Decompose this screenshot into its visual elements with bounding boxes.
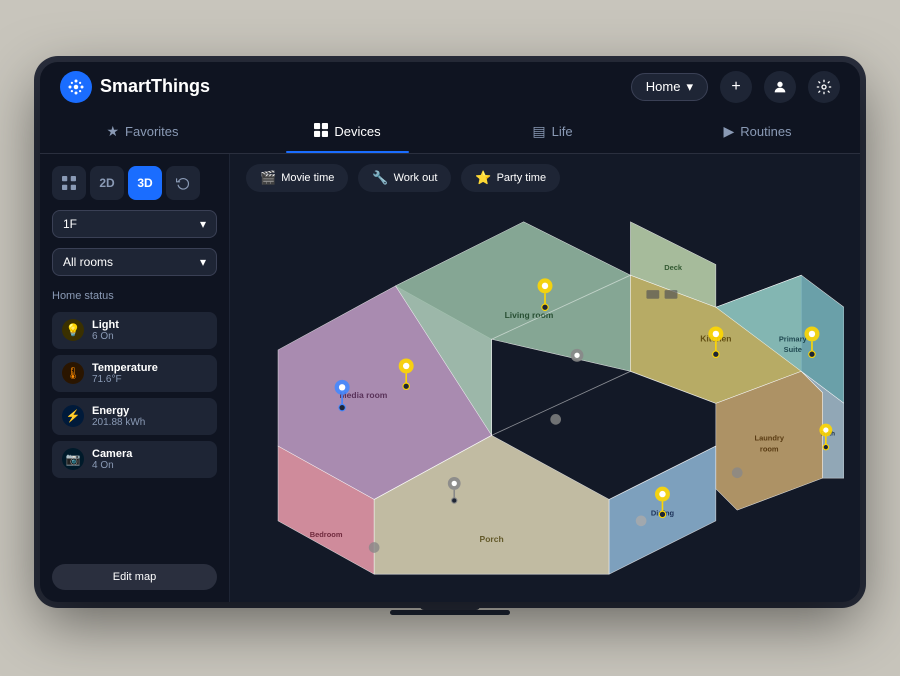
- svg-text:Suite: Suite: [784, 345, 802, 354]
- movie-icon: 🎬: [260, 170, 276, 186]
- temperature-text: Temperature 71.6°F: [92, 362, 207, 385]
- pin-laundry-device[interactable]: [732, 467, 743, 478]
- settings-button[interactable]: [808, 71, 840, 103]
- logo-area: SmartThings: [60, 71, 631, 103]
- tab-life[interactable]: ▤ Life: [450, 112, 655, 153]
- status-light[interactable]: 💡 Light 6 On: [52, 312, 217, 349]
- svg-text:room: room: [760, 444, 779, 453]
- camera-icon: 📷: [62, 448, 84, 470]
- favorites-icon: ★: [106, 123, 119, 140]
- view-history-button[interactable]: [166, 166, 200, 200]
- scene-party[interactable]: ⭐ Party time: [461, 164, 560, 192]
- status-camera[interactable]: 📷 Camera 4 On: [52, 441, 217, 478]
- pin-living-sensor[interactable]: [571, 348, 584, 361]
- svg-text:Deck: Deck: [664, 262, 683, 271]
- tv-frame: SmartThings Home ▾ +: [40, 62, 860, 602]
- svg-text:Primary: Primary: [779, 334, 808, 343]
- home-status-label: Home status: [52, 290, 217, 302]
- temperature-icon: 🌡: [62, 362, 84, 384]
- tv-base: [390, 610, 510, 615]
- floor-selector[interactable]: 1F ▾: [52, 210, 217, 238]
- svg-text:Porch: Porch: [480, 534, 504, 544]
- scene-movie[interactable]: 🎬 Movie time: [246, 164, 348, 192]
- scene-bar: 🎬 Movie time 🔧 Work out ⭐ Party time: [230, 154, 860, 202]
- scene-workout[interactable]: 🔧 Work out: [358, 164, 451, 192]
- header-right: Home ▾ +: [631, 71, 840, 103]
- pin-living-device2[interactable]: [550, 414, 561, 425]
- tab-devices[interactable]: Devices: [245, 112, 450, 153]
- light-icon: 💡: [62, 319, 84, 341]
- nav-tabs: ★ Favorites Devices ▤ Life: [40, 112, 860, 154]
- right-panel: 🎬 Movie time 🔧 Work out ⭐ Party time: [230, 154, 860, 602]
- camera-text: Camera 4 On: [92, 448, 207, 471]
- svg-text:Bedroom: Bedroom: [310, 529, 343, 538]
- tv-stand: [420, 602, 480, 610]
- party-icon: ⭐: [475, 170, 491, 186]
- app-name: SmartThings: [100, 76, 210, 97]
- tab-routines[interactable]: ▶ Routines: [655, 112, 860, 153]
- life-icon: ▤: [532, 123, 545, 140]
- room-selector[interactable]: All rooms ▾: [52, 248, 217, 276]
- status-items: 💡 Light 6 On 🌡 Temperature 71.6°F: [52, 312, 217, 478]
- svg-text:Laundry: Laundry: [755, 433, 785, 442]
- sidebar: 2D 3D 1F ▾: [40, 154, 230, 602]
- devices-icon: [314, 123, 328, 140]
- energy-text: Energy 201.88 kWh: [92, 405, 207, 428]
- kitchen-appliance: [646, 290, 659, 299]
- tab-favorites[interactable]: ★ Favorites: [40, 112, 245, 153]
- main-content: 2D 3D 1F ▾: [40, 154, 860, 602]
- svg-text:Living room: Living room: [505, 309, 554, 319]
- floor-plan-svg: Media room Living room Deck Kitchen: [246, 210, 844, 586]
- view-controls: 2D 3D: [52, 166, 217, 200]
- home-select[interactable]: Home ▾: [631, 73, 708, 101]
- status-temperature[interactable]: 🌡 Temperature 71.6°F: [52, 355, 217, 392]
- smartthings-logo-icon: [60, 71, 92, 103]
- kitchen-appliance2: [665, 290, 678, 299]
- energy-icon: ⚡: [62, 405, 84, 427]
- header: SmartThings Home ▾ +: [40, 62, 860, 112]
- workout-icon: 🔧: [372, 170, 388, 186]
- floor-plan-container: Media room Living room Deck Kitchen: [230, 202, 860, 602]
- light-text: Light 6 On: [92, 319, 207, 342]
- pin-bedroom-device[interactable]: [369, 542, 380, 553]
- view-grid-button[interactable]: [52, 166, 86, 200]
- view-3d-button[interactable]: 3D: [128, 166, 162, 200]
- status-energy[interactable]: ⚡ Energy 201.88 kWh: [52, 398, 217, 435]
- view-2d-button[interactable]: 2D: [90, 166, 124, 200]
- profile-button[interactable]: [764, 71, 796, 103]
- pin-porch-device[interactable]: [636, 515, 647, 526]
- add-button[interactable]: +: [720, 71, 752, 103]
- routines-icon: ▶: [723, 123, 734, 140]
- edit-map-button[interactable]: Edit map: [52, 564, 217, 590]
